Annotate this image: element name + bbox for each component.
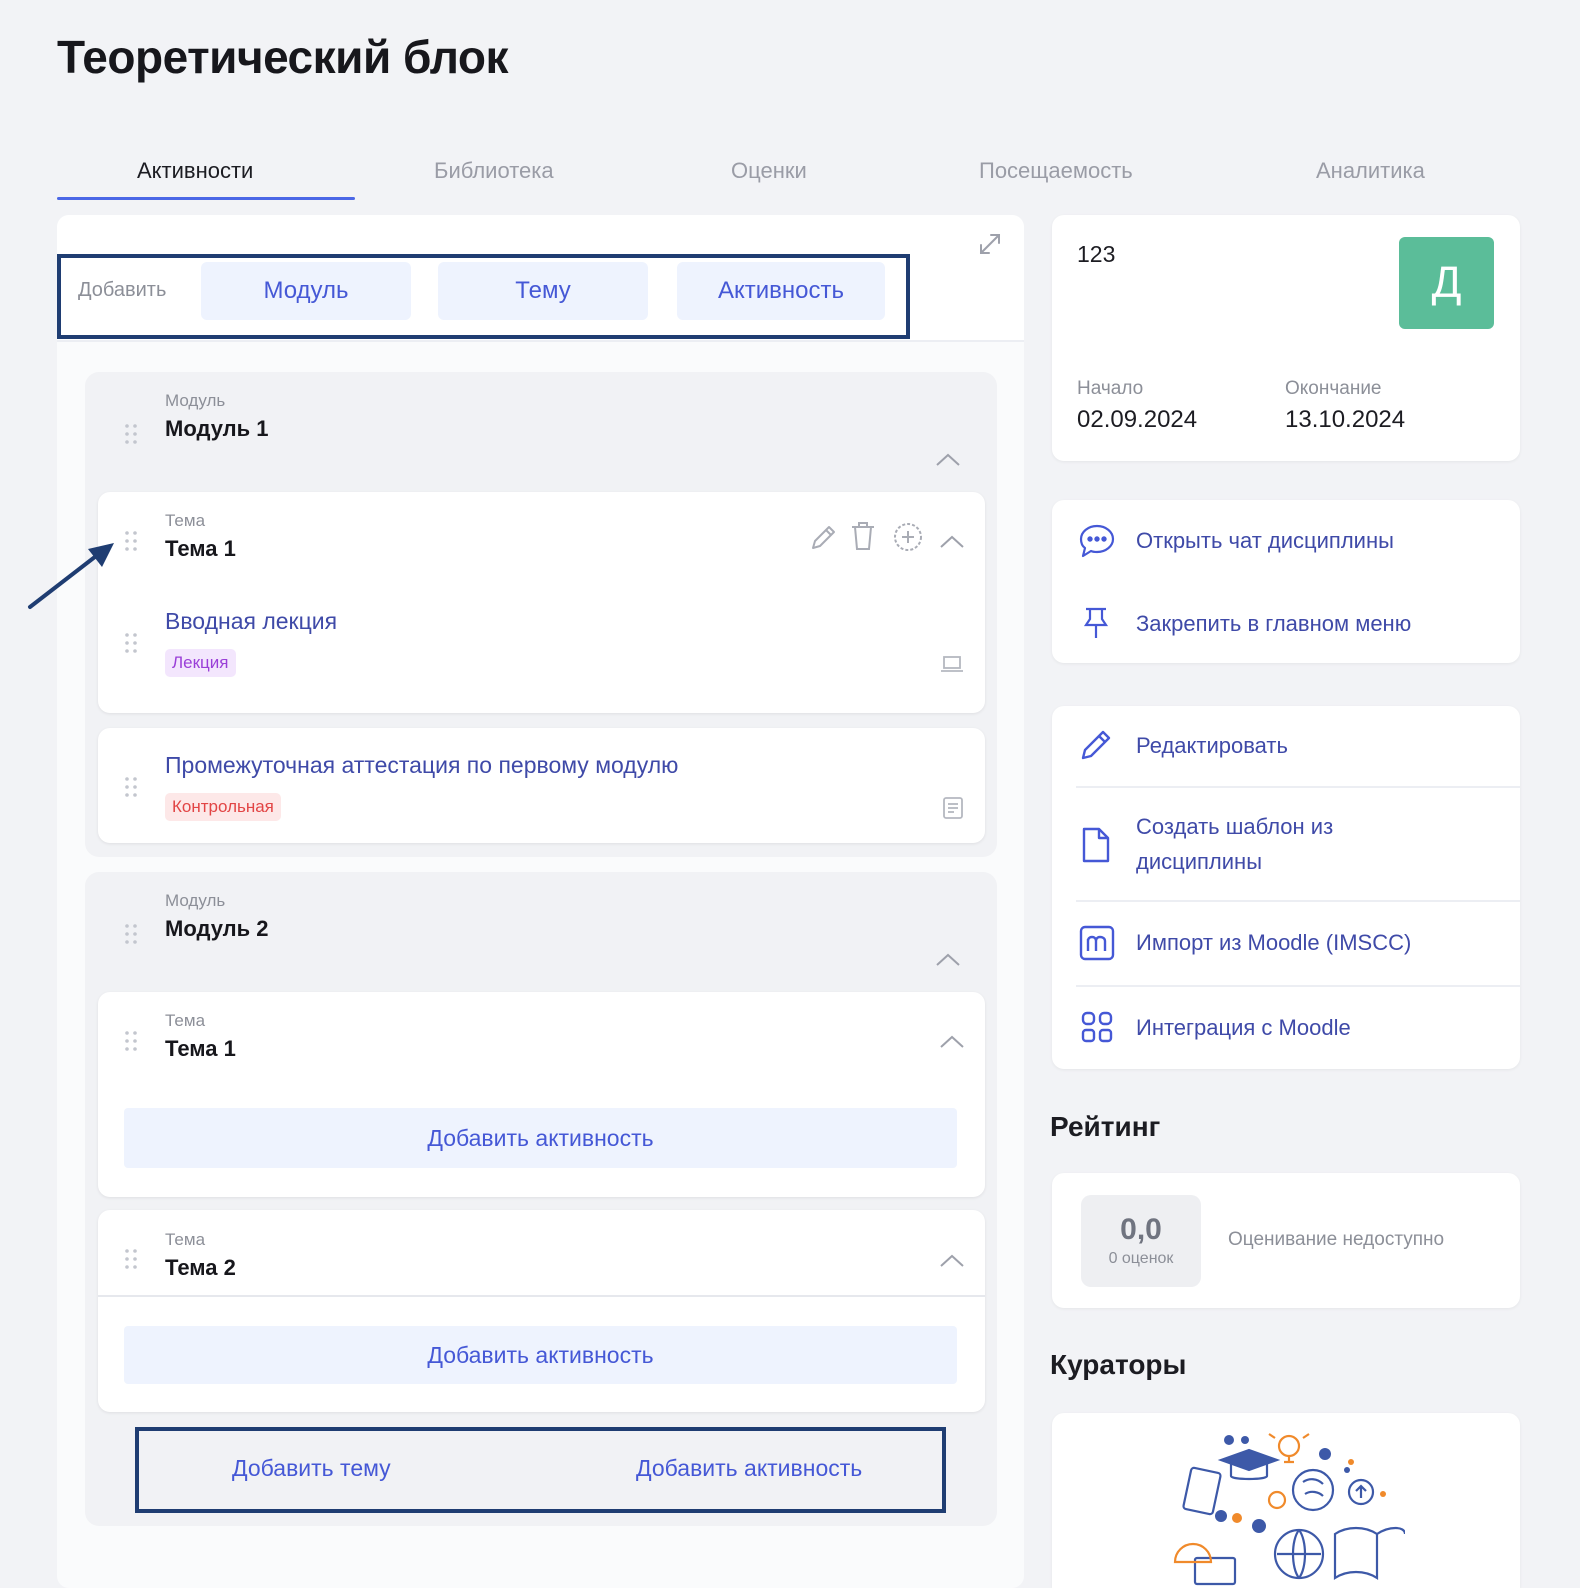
- rating-status: Оценивание недоступно: [1228, 1229, 1445, 1250]
- divider: [98, 1295, 985, 1297]
- topic-name: Тема 1: [165, 536, 236, 561]
- rating-value: 0,0: [1120, 1213, 1162, 1246]
- open-chat-link[interactable]: Открыть чат дисциплины: [1136, 528, 1394, 554]
- topic-name: Тема 1: [165, 1036, 236, 1061]
- drag-handle-icon[interactable]: [124, 423, 138, 445]
- add-activity-button[interactable]: Активность: [677, 262, 885, 320]
- topic-caption: Тема: [165, 511, 206, 530]
- activity-type-badge: Контрольная: [165, 793, 281, 821]
- end-label: Окончание: [1285, 378, 1382, 399]
- topic-caption: Тема: [165, 1230, 206, 1249]
- pin-to-menu-link[interactable]: Закрепить в главном меню: [1136, 611, 1411, 637]
- pencil-icon[interactable]: [808, 523, 838, 553]
- annotation-arrow-icon: [22, 535, 122, 615]
- pin-icon: [1082, 606, 1110, 640]
- chevron-up-icon[interactable]: [939, 532, 965, 550]
- add-label: Добавить: [78, 279, 167, 301]
- rating-title: Рейтинг: [1050, 1111, 1161, 1142]
- tab-analytics[interactable]: Аналитика: [1316, 158, 1425, 184]
- tab-library[interactable]: Библиотека: [434, 158, 554, 184]
- drag-handle-icon[interactable]: [124, 530, 138, 552]
- add-activity-button[interactable]: Добавить активность: [124, 1326, 957, 1384]
- document-list-icon: [942, 796, 964, 820]
- laptop-icon: [940, 654, 964, 674]
- divider: [1076, 985, 1520, 987]
- import-moodle-link[interactable]: Импорт из Moodle (IMSCC): [1136, 930, 1411, 956]
- tab-attendance[interactable]: Посещаемость: [979, 158, 1133, 184]
- edit-link[interactable]: Редактировать: [1136, 733, 1288, 759]
- tab-activities[interactable]: Активности: [137, 158, 253, 184]
- drag-handle-icon[interactable]: [124, 632, 138, 654]
- topic-name: Тема 2: [165, 1255, 236, 1280]
- start-label: Начало: [1077, 378, 1144, 399]
- chevron-up-icon[interactable]: [935, 450, 961, 468]
- add-module-button[interactable]: Модуль: [201, 262, 411, 320]
- add-topic-button[interactable]: Тему: [438, 262, 648, 320]
- divider: [1076, 786, 1520, 788]
- end-date: 13.10.2024: [1285, 406, 1406, 433]
- add-topic-link[interactable]: Добавить тему: [232, 1455, 391, 1482]
- topic-caption: Тема: [165, 1011, 206, 1030]
- education-illustration-icon: [1165, 1430, 1405, 1588]
- add-activity-button[interactable]: Добавить активность: [124, 1108, 957, 1168]
- tab-grades[interactable]: Оценки: [731, 158, 807, 184]
- trash-icon[interactable]: [849, 520, 877, 552]
- drag-handle-icon[interactable]: [124, 1030, 138, 1052]
- moodle-icon: [1079, 925, 1115, 961]
- module-caption: Модуль: [165, 391, 226, 410]
- chat-icon: [1078, 523, 1116, 559]
- drag-handle-icon[interactable]: [124, 776, 138, 798]
- create-template-link[interactable]: Создать шаблон из: [1136, 814, 1333, 840]
- page-title: Теоретический блок: [57, 31, 509, 83]
- pencil-icon: [1078, 727, 1114, 763]
- chevron-up-icon[interactable]: [939, 1251, 965, 1269]
- drag-handle-icon[interactable]: [124, 923, 138, 945]
- expand-icon[interactable]: [976, 230, 1004, 258]
- divider: [1076, 900, 1520, 902]
- rating-count: 0 оценок: [1108, 1250, 1174, 1267]
- chevron-up-icon[interactable]: [935, 950, 961, 968]
- add-activity-link[interactable]: Добавить активность: [636, 1455, 862, 1482]
- module-caption: Модуль: [165, 891, 226, 910]
- document-icon: [1080, 826, 1112, 864]
- moodle-integration-link[interactable]: Интеграция с Moodle: [1136, 1015, 1351, 1041]
- create-template-link-line2[interactable]: дисциплины: [1136, 849, 1262, 875]
- drag-handle-icon[interactable]: [124, 1248, 138, 1270]
- module-name: Модуль 2: [165, 916, 269, 941]
- active-tab-indicator: [57, 197, 355, 200]
- start-date: 02.09.2024: [1077, 406, 1198, 433]
- module-name: Модуль 1: [165, 416, 269, 441]
- quick-actions-card: [1052, 500, 1520, 663]
- chevron-up-icon[interactable]: [939, 1032, 965, 1050]
- activity-card: [98, 728, 985, 843]
- course-name: 123: [1077, 241, 1116, 267]
- curators-title: Кураторы: [1050, 1349, 1187, 1380]
- add-circle-icon[interactable]: [893, 522, 923, 552]
- grid-icon: [1080, 1010, 1114, 1044]
- avatar: Д: [1399, 237, 1494, 329]
- activity-type-badge: Лекция: [165, 649, 236, 677]
- activity-link[interactable]: Вводная лекция: [165, 608, 337, 635]
- activity-link[interactable]: Промежуточная аттестация по первому моду…: [165, 752, 678, 779]
